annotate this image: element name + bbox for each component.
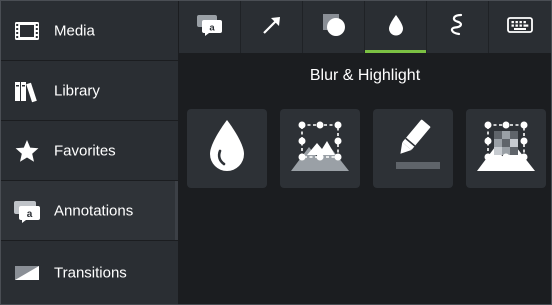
tab-blur-highlight[interactable] [365,1,427,53]
sidebar-item-transitions[interactable]: Transitions [1,241,178,304]
annotation-bubble-icon: a [12,198,42,224]
highlight-tile[interactable] [373,109,453,188]
spotlight-icon [287,115,353,182]
tab-keyboard-callouts[interactable] [489,1,551,53]
highlight-pen-icon [382,116,444,181]
sidebar-item-media[interactable]: Media [1,1,178,61]
sidebar: Media Library Favorites a Annotations Tr… [1,1,178,304]
spotlight-tile[interactable] [280,109,360,188]
sidebar-item-label: Transitions [54,264,127,281]
blur-drop-icon [207,118,247,179]
annotation-panel: a Blur & Highlight [179,1,551,304]
annotation-type-tabs: a [179,1,551,53]
sidebar-item-annotations[interactable]: a Annotations [1,181,178,241]
pixelate-icon [473,115,539,182]
sketch-motion-icon [447,12,469,43]
sidebar-item-label: Annotations [54,202,134,219]
tab-arrows-lines[interactable] [241,1,303,53]
tab-sketch-motion[interactable] [427,1,489,53]
blur-highlight-tiles [187,109,551,189]
annotations-panel-window: Media Library Favorites a Annotations Tr… [0,0,552,305]
panel-empty-area [179,197,551,304]
arrow-icon [260,13,284,42]
section-title: Blur & Highlight [179,53,551,98]
sidebar-item-favorites[interactable]: Favorites [1,121,178,181]
sidebar-item-label: Favorites [54,142,116,159]
blur-tile[interactable] [187,109,267,188]
transition-icon [12,260,42,286]
blur-highlight-drop-icon [387,14,405,41]
callout-icon: a [196,14,224,41]
sidebar-item-library[interactable]: Library [1,61,178,121]
keyboard-callout-icon [507,16,533,39]
pixelate-tile[interactable] [466,109,546,188]
shape-icon [321,12,347,43]
tab-shapes[interactable] [303,1,365,53]
film-strip-icon [12,18,42,44]
star-icon [12,138,42,164]
callout-glyph: a [209,22,215,33]
books-icon [12,78,42,104]
sidebar-item-label: Library [54,82,100,99]
tab-callouts[interactable]: a [179,1,241,53]
sidebar-item-label: Media [54,22,95,39]
svg-text:a: a [27,209,33,220]
